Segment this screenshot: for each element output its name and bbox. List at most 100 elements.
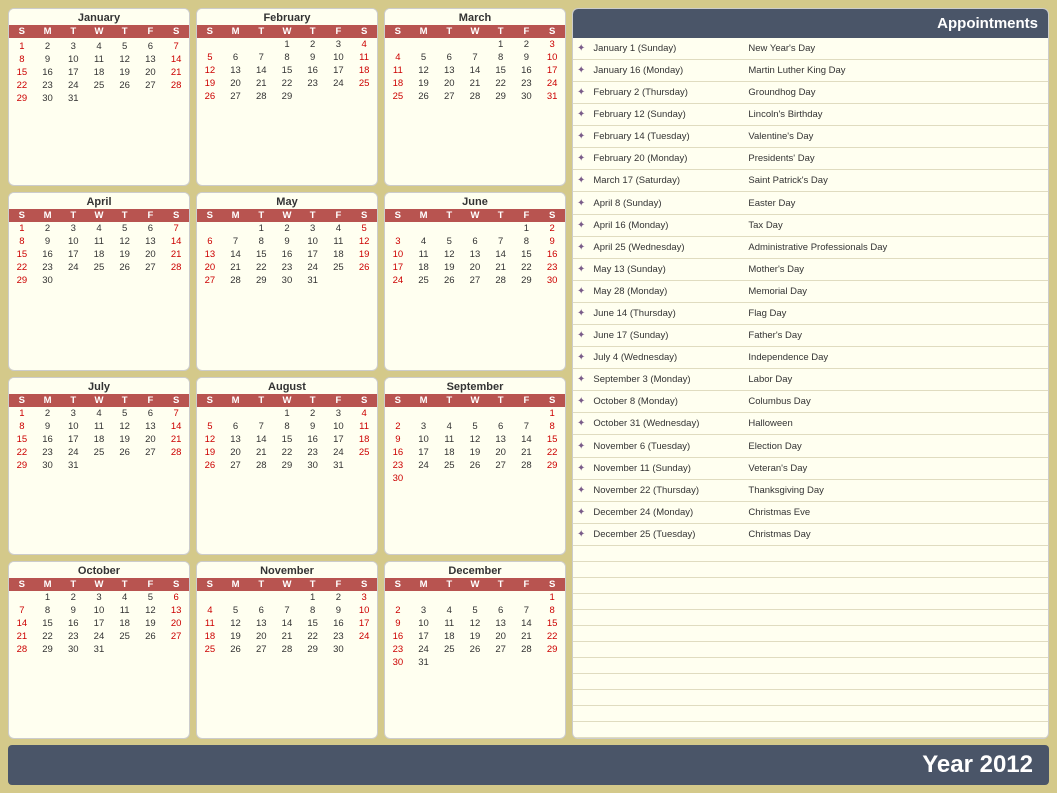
appointment-date: February 12 (Sunday) <box>589 104 744 126</box>
appointment-name: Christmas Day <box>744 523 1048 545</box>
empty-appointment-row <box>573 642 1048 658</box>
calendar-day <box>9 591 35 604</box>
calendar-day: 6 <box>138 222 164 235</box>
appointment-bullet: ✦ <box>573 413 589 435</box>
appointment-row: ✦November 11 (Sunday)Veteran's Day <box>573 457 1048 479</box>
day-header: F <box>514 209 540 222</box>
day-header: F <box>138 578 164 591</box>
empty-cell <box>744 706 1048 722</box>
calendar-day <box>411 38 437 51</box>
calendar-day: 6 <box>223 420 249 433</box>
calendar-day: 23 <box>385 643 411 656</box>
day-header: S <box>385 578 411 591</box>
calendar-day: 5 <box>223 604 249 617</box>
calendar-day: 26 <box>197 90 223 103</box>
calendar-april: AprilSMTWTFS1234567891011121314151617181… <box>8 192 190 370</box>
empty-cell <box>573 722 589 738</box>
calendar-day: 27 <box>163 630 189 643</box>
calendar-day: 8 <box>274 420 300 433</box>
calendar-day: 23 <box>60 630 86 643</box>
appointment-name: Presidents' Day <box>744 148 1048 170</box>
empty-cell <box>573 642 589 658</box>
calendar-day: 12 <box>462 433 488 446</box>
calendar-day: 6 <box>488 420 514 433</box>
calendar-day: 13 <box>488 433 514 446</box>
appointment-row: ✦January 16 (Monday)Martin Luther King D… <box>573 59 1048 81</box>
calendar-day: 31 <box>411 656 437 669</box>
calendar-day: 28 <box>163 446 189 459</box>
day-header: T <box>300 209 326 222</box>
appointment-row: ✦November 6 (Tuesday)Election Day <box>573 435 1048 457</box>
calendar-month-header: September <box>385 378 565 394</box>
calendar-table: SMTWTFS123456789101112131415161718192021… <box>9 25 189 105</box>
calendar-day: 3 <box>60 222 86 235</box>
day-header: W <box>86 209 112 222</box>
calendar-day: 6 <box>248 604 274 617</box>
calendar-day: 27 <box>223 90 249 103</box>
calendar-day <box>462 38 488 51</box>
appointment-bullet: ✦ <box>573 38 589 59</box>
day-header: S <box>351 25 377 38</box>
appointment-bullet: ✦ <box>573 479 589 501</box>
calendar-day <box>248 38 274 51</box>
calendar-day: 2 <box>514 38 540 51</box>
calendar-day <box>163 274 189 287</box>
calendar-day: 17 <box>385 261 411 274</box>
calendar-day: 30 <box>60 643 86 656</box>
appointment-date: October 8 (Monday) <box>589 391 744 413</box>
calendar-day: 4 <box>385 51 411 64</box>
calendar-day: 29 <box>488 90 514 103</box>
calendar-day <box>539 472 565 485</box>
calendar-day: 4 <box>436 420 462 433</box>
appointment-row: ✦February 2 (Thursday)Groundhog Day <box>573 81 1048 103</box>
calendar-day: 16 <box>300 64 326 77</box>
day-header: F <box>514 578 540 591</box>
calendar-september: SeptemberSMTWTFS123456789101112131415161… <box>384 377 566 555</box>
appointment-date: February 2 (Thursday) <box>589 81 744 103</box>
calendar-day: 10 <box>60 53 86 66</box>
calendar-day: 11 <box>385 64 411 77</box>
calendar-day: 30 <box>35 459 61 472</box>
calendar-day: 15 <box>248 248 274 261</box>
calendar-day: 13 <box>138 53 164 66</box>
appointment-name: Mother's Day <box>744 258 1048 280</box>
appointment-name: Halloween <box>744 413 1048 435</box>
calendar-day: 5 <box>197 51 223 64</box>
day-header: T <box>488 25 514 38</box>
calendar-day <box>436 222 462 235</box>
calendar-day: 27 <box>197 274 223 287</box>
calendar-day: 6 <box>163 591 189 604</box>
appointment-row: ✦February 20 (Monday)Presidents' Day <box>573 148 1048 170</box>
empty-cell <box>573 610 589 626</box>
day-header: M <box>223 25 249 38</box>
calendar-day: 14 <box>163 420 189 433</box>
calendar-day: 27 <box>488 459 514 472</box>
calendar-month-header: April <box>9 193 189 209</box>
day-header: T <box>112 25 138 38</box>
calendar-day: 15 <box>300 617 326 630</box>
appointment-row: ✦November 22 (Thursday)Thanksgiving Day <box>573 479 1048 501</box>
empty-cell <box>589 642 744 658</box>
calendar-day: 11 <box>351 51 377 64</box>
calendar-day: 14 <box>514 617 540 630</box>
day-header: S <box>163 578 189 591</box>
appointment-date: January 16 (Monday) <box>589 59 744 81</box>
calendar-day: 18 <box>351 433 377 446</box>
calendar-day: 30 <box>274 274 300 287</box>
calendar-day: 10 <box>86 604 112 617</box>
appointment-bullet: ✦ <box>573 126 589 148</box>
calendar-day: 14 <box>462 64 488 77</box>
calendar-month-header: January <box>9 9 189 25</box>
appointment-date: October 31 (Wednesday) <box>589 413 744 435</box>
calendar-day: 1 <box>300 591 326 604</box>
calendar-table: SMTWTFS123456789101112131415161718192021… <box>197 394 377 472</box>
calendar-day <box>488 656 514 669</box>
day-header: T <box>248 394 274 407</box>
calendar-day: 24 <box>326 77 352 90</box>
calendar-day: 13 <box>163 604 189 617</box>
appointment-date: July 4 (Wednesday) <box>589 347 744 369</box>
day-header: S <box>163 394 189 407</box>
calendar-day: 27 <box>488 643 514 656</box>
calendar-day: 3 <box>326 38 352 51</box>
calendar-table: SMTWTFS123456789101112131415161718192021… <box>9 394 189 472</box>
